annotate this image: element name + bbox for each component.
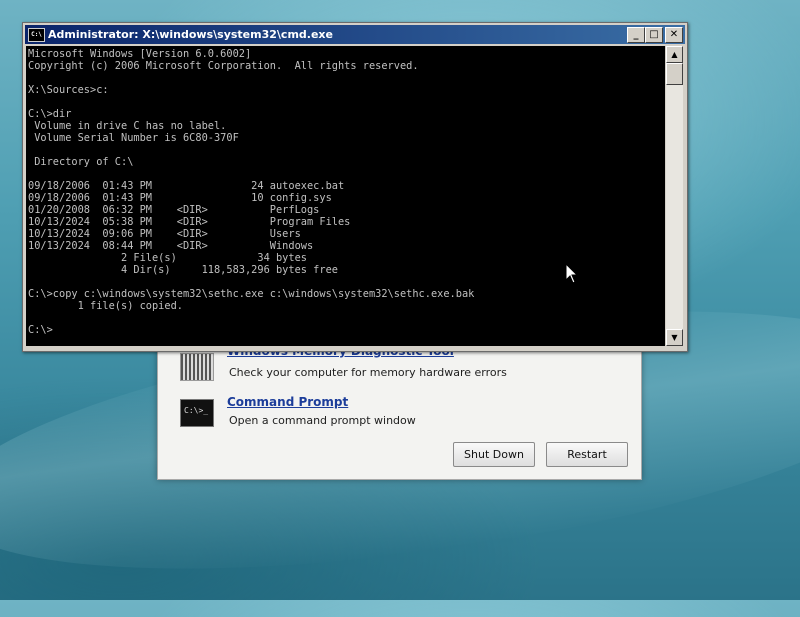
memory-diagnostic-description: Check your computer for memory hardware … <box>229 366 507 379</box>
cmd-window: C:\ Administrator: X:\windows\system32\c… <box>22 22 688 352</box>
cmd-window-icon[interactable]: C:\ <box>28 28 45 42</box>
command-prompt-link[interactable]: Command Prompt <box>227 395 348 409</box>
vertical-scrollbar[interactable]: ▲ ▼ <box>666 46 683 346</box>
restart-button[interactable]: Restart <box>546 442 628 467</box>
cmd-window-title: Administrator: X:\windows\system32\cmd.e… <box>48 28 333 41</box>
console-output[interactable]: Microsoft Windows [Version 6.0.6002] Cop… <box>26 46 665 346</box>
command-prompt-icon: C:\>_ <box>180 399 214 427</box>
command-prompt-description: Open a command prompt window <box>229 414 416 427</box>
memory-chip-icon <box>180 353 214 381</box>
scroll-down-arrow-icon[interactable]: ▼ <box>666 329 683 346</box>
maximize-button[interactable]: □ <box>645 27 663 43</box>
console-text: Microsoft Windows [Version 6.0.6002] Cop… <box>28 48 475 336</box>
scroll-thumb[interactable] <box>666 63 683 85</box>
close-button[interactable]: ✕ <box>665 27 683 43</box>
system-recovery-dialog: Windows Memory Diagnostic Tool Check you… <box>157 338 642 480</box>
scroll-up-arrow-icon[interactable]: ▲ <box>666 46 683 63</box>
minimize-button[interactable]: _ <box>627 27 645 43</box>
cmd-titlebar[interactable]: C:\ Administrator: X:\windows\system32\c… <box>25 25 685 44</box>
shut-down-button[interactable]: Shut Down <box>453 442 535 467</box>
